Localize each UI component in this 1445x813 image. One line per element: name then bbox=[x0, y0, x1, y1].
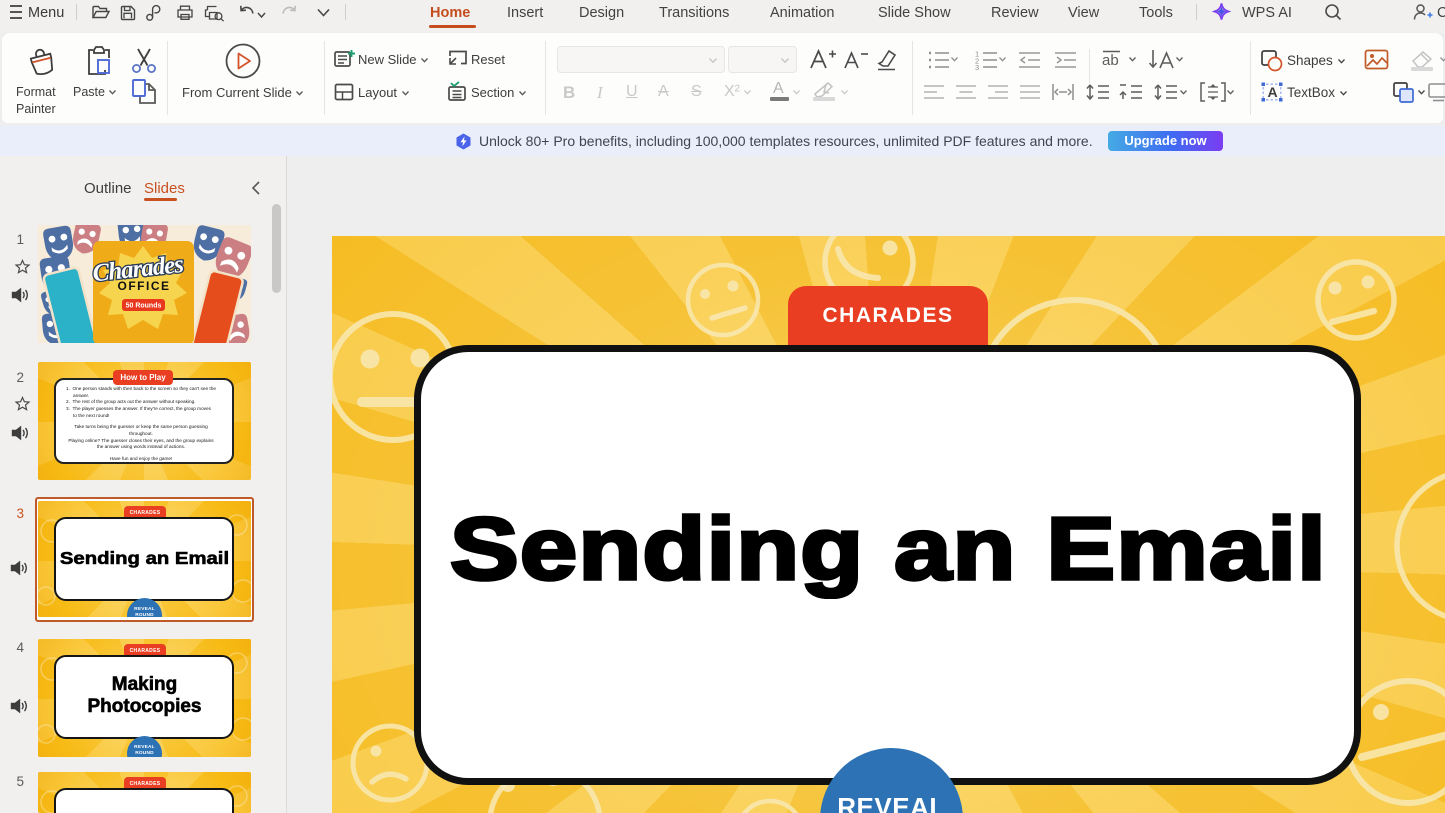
svg-text:ab: ab bbox=[1102, 52, 1119, 69]
svg-text:OFFICE: OFFICE bbox=[118, 279, 171, 293]
svg-text:Co: Co bbox=[1437, 5, 1445, 21]
svg-text:A: A bbox=[1268, 84, 1278, 100]
svg-text:3: 3 bbox=[975, 63, 979, 70]
svg-text:50 Rounds: 50 Rounds bbox=[126, 303, 162, 310]
